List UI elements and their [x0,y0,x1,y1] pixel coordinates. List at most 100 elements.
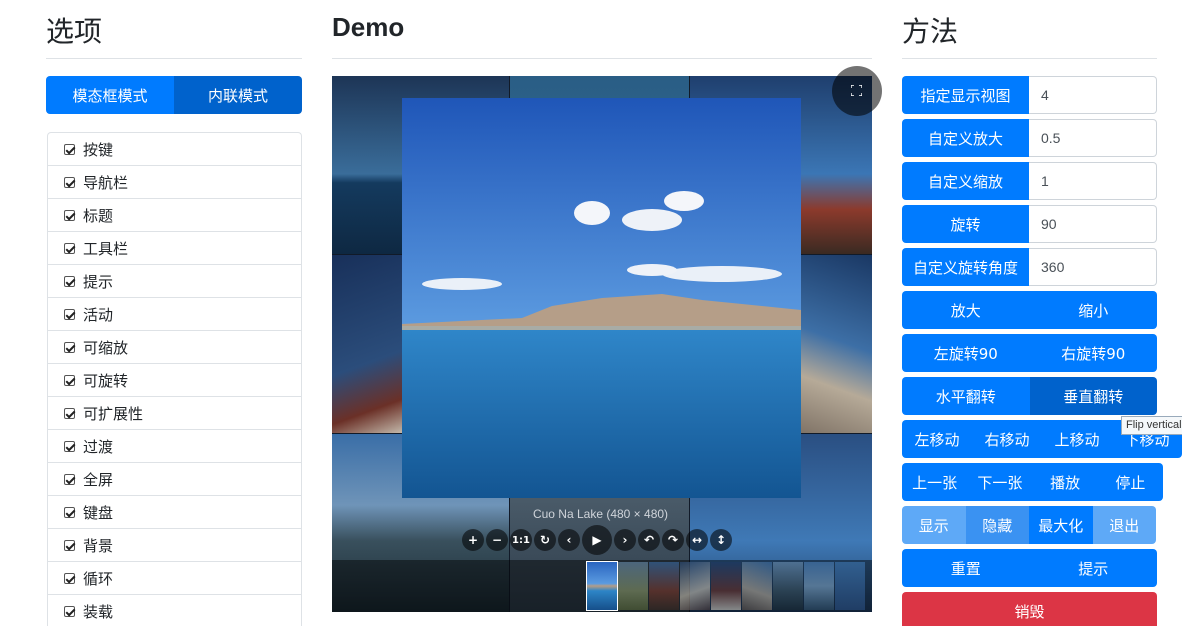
one-to-one-icon[interactable]: 1:1 [510,529,532,551]
full-button[interactable]: 最大化 [1029,506,1093,544]
option-navbar[interactable]: 导航栏 [48,166,301,199]
thumbnail[interactable] [680,562,710,610]
rotate-right-button[interactable]: 右旋转90 [1029,334,1157,372]
flip-vertical-icon[interactable]: ↕ [710,529,732,551]
zoom-ratio-group: 自定义放大 0.5 [902,119,1157,157]
thumbnail[interactable] [711,562,741,610]
thumbnail[interactable] [773,562,803,610]
rotate-left-button[interactable]: 左旋转90 [902,334,1030,372]
inline-mode-button[interactable]: 内联模式 [174,76,302,114]
option-toolbar[interactable]: 工具栏 [48,232,301,265]
checkbox[interactable] [64,407,75,419]
flip-vertical-button[interactable]: 垂直翻转 [1029,377,1157,415]
zoom-ratio-input[interactable]: 0.5 [1029,119,1157,157]
option-label: 提示 [83,272,114,291]
thumbnail[interactable] [804,562,834,610]
play-button[interactable]: 播放 [1032,463,1098,501]
rotate-degree-input[interactable]: 90 [1029,205,1157,243]
show-button[interactable]: 显示 [902,506,966,544]
view-index-group: 指定显示视图 4 [902,76,1157,114]
checkbox[interactable] [64,374,75,386]
flip-horizontal-button[interactable]: 水平翻转 [902,377,1030,415]
option-transition[interactable]: 过渡 [48,430,301,463]
zoom-out-icon[interactable]: − [486,529,508,551]
move-left-button[interactable]: 左移动 [902,420,972,458]
next-icon[interactable]: › [614,529,636,551]
option-fullscreen[interactable]: 全屏 [48,463,301,496]
option-label: 活动 [83,305,114,324]
option-label: 键盘 [83,503,114,522]
zoom-out-button[interactable]: 缩小 [1029,291,1157,329]
rotate-right-icon[interactable]: ↷ [662,529,684,551]
checkbox[interactable] [64,275,75,287]
option-zoomable[interactable]: 可缩放 [48,331,301,364]
modal-mode-button[interactable]: 模态框模式 [46,76,174,114]
rotate-buttons: 左旋转90 右旋转90 [902,334,1157,372]
thumbnail[interactable] [649,562,679,610]
options-list: 按键 导航栏 标题 工具栏 提示 活动 可缩放 可旋转 可扩展性 过渡 全屏 键… [47,132,302,626]
checkbox[interactable] [64,539,75,551]
option-loading[interactable]: 装载 [48,595,301,626]
move-up-button[interactable]: 上移动 [1042,420,1112,458]
play-icon[interactable]: ▶ [582,525,612,555]
methods-heading: 方法 [902,15,959,48]
checkbox[interactable] [64,473,75,485]
zoom-buttons: 放大 缩小 [902,291,1157,329]
option-label: 全屏 [83,470,114,489]
previous-icon[interactable]: ‹ [558,529,580,551]
checkbox[interactable] [64,605,75,617]
option-tooltip[interactable]: 提示 [48,265,301,298]
rotate-button[interactable]: 旋转 [902,205,1029,243]
option-rotatable[interactable]: 可旋转 [48,364,301,397]
option-button[interactable]: 按键 [48,133,301,166]
view-index-input[interactable]: 4 [1029,76,1157,114]
next-button[interactable]: 下一张 [967,463,1033,501]
stop-button[interactable]: 停止 [1097,463,1163,501]
viewer-image[interactable] [402,98,801,498]
thumbnail[interactable] [742,562,772,610]
checkbox[interactable] [64,176,75,188]
destroy-button[interactable]: 销毁 [902,592,1157,626]
option-scalable[interactable]: 可扩展性 [48,397,301,430]
hide-button[interactable]: 隐藏 [965,506,1029,544]
option-label: 按键 [83,140,114,159]
flip-horizontal-icon[interactable]: ↔ [686,529,708,551]
previous-button[interactable]: 上一张 [902,463,968,501]
zoom-in-button[interactable]: 放大 [902,291,1030,329]
thumbnail[interactable] [835,562,865,610]
tooltip-button[interactable]: 提示 [1029,549,1157,587]
state-buttons: 显示 隐藏 最大化 退出 [902,506,1156,544]
rotate-left-icon[interactable]: ↶ [638,529,660,551]
checkbox[interactable] [64,242,75,254]
view-button[interactable]: 指定显示视图 [902,76,1029,114]
checkbox[interactable] [64,308,75,320]
option-title[interactable]: 标题 [48,199,301,232]
option-movable[interactable]: 活动 [48,298,301,331]
zoom-to-input[interactable]: 1 [1029,162,1157,200]
reset-icon[interactable]: ↻ [534,529,556,551]
rotate-to-button[interactable]: 自定义旋转角度 [902,248,1029,286]
reset-button[interactable]: 重置 [902,549,1030,587]
checkbox[interactable] [64,143,75,155]
checkbox[interactable] [64,440,75,452]
option-backdrop[interactable]: 背景 [48,529,301,562]
checkbox[interactable] [64,341,75,353]
lake-photo [402,98,801,498]
rotate-to-input[interactable]: 360 [1029,248,1157,286]
rotate-group: 旋转 90 [902,205,1157,243]
thumbnail[interactable] [618,562,648,610]
move-right-button[interactable]: 右移动 [972,420,1042,458]
zoom-button[interactable]: 自定义放大 [902,119,1029,157]
exit-button[interactable]: 退出 [1092,506,1156,544]
tooltip: Flip vertical [1121,416,1182,435]
checkbox[interactable] [64,209,75,221]
zoom-to-button[interactable]: 自定义缩放 [902,162,1029,200]
option-loop[interactable]: 循环 [48,562,301,595]
checkbox[interactable] [64,572,75,584]
option-keyboard[interactable]: 键盘 [48,496,301,529]
option-label: 装载 [83,602,114,621]
zoom-in-icon[interactable]: + [462,529,484,551]
thumbnail[interactable] [586,561,618,611]
destroy-group: 销毁 [902,592,1157,626]
checkbox[interactable] [64,506,75,518]
